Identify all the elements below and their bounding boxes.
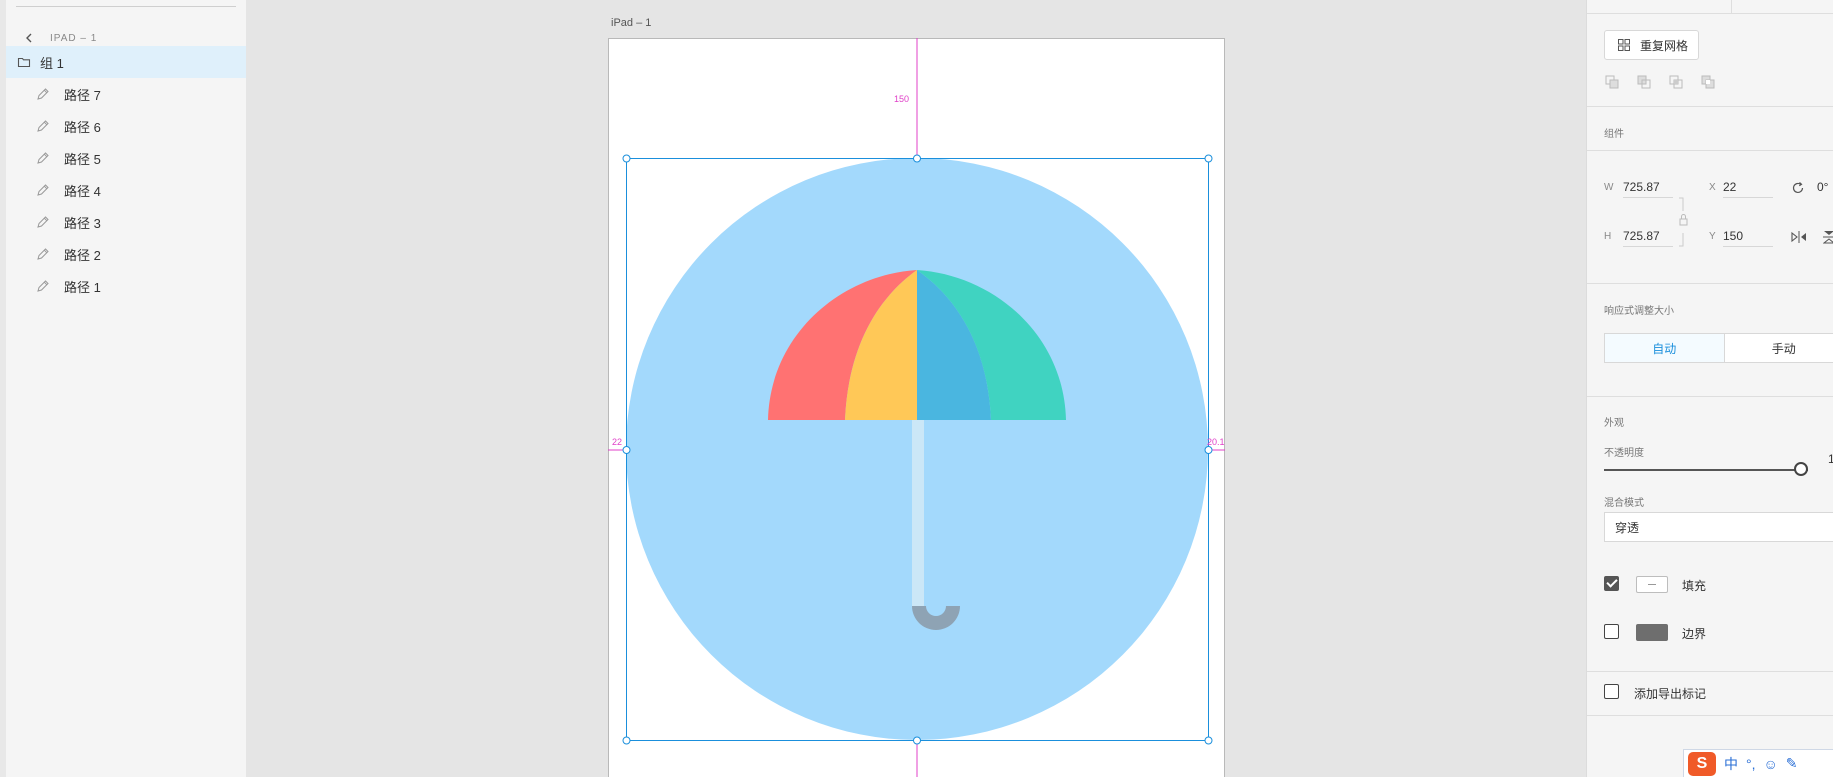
responsive-resize-toggle: 自动 手动 — [1604, 333, 1833, 363]
boolean-exclude-icon[interactable] — [1700, 74, 1716, 90]
properties-panel: 重复网格 组件 W 725.87 X 22 0° H 725.87 Y 150 … — [1586, 0, 1833, 777]
ime-toolbar: S 中 °, ☺ ✎ — [1683, 749, 1833, 777]
resize-handle[interactable] — [622, 736, 631, 745]
height-input[interactable]: 725.87 — [1623, 228, 1673, 247]
resize-handle[interactable] — [913, 154, 921, 163]
fill-checkbox[interactable] — [1604, 576, 1619, 591]
blend-mode-select[interactable]: 穿透 — [1604, 512, 1833, 542]
layer-label: 路径 2 — [64, 247, 101, 263]
opacity-label: 不透明度 — [1604, 448, 1644, 459]
repeat-grid-label: 重复网格 — [1640, 38, 1689, 53]
divider — [1587, 283, 1833, 284]
layer-item[interactable]: 路径 3 — [6, 206, 246, 238]
ime-emoji-icon[interactable]: ☺ — [1764, 756, 1778, 772]
border-swatch[interactable] — [1636, 624, 1668, 641]
x-input[interactable]: 22 — [1723, 179, 1773, 198]
pen-icon — [37, 88, 49, 100]
guide-label-top: 150 — [894, 94, 910, 104]
divider — [1731, 0, 1732, 13]
guide-label-right: 20.1 — [1207, 437, 1225, 447]
folder-icon — [17, 57, 31, 68]
artboard-label[interactable]: iPad – 1 — [611, 17, 651, 29]
chevron-left-icon[interactable] — [22, 31, 36, 45]
ime-chinese-toggle[interactable]: 中 — [1724, 754, 1738, 774]
breadcrumb[interactable]: IPAD – 1 — [22, 30, 97, 46]
pen-icon — [37, 216, 49, 228]
blend-mode-label: 混合模式 — [1604, 498, 1644, 509]
opacity-slider-knob[interactable] — [1794, 462, 1808, 476]
pen-icon — [37, 184, 49, 196]
divider — [1587, 13, 1833, 14]
opacity-slider-track[interactable] — [1604, 469, 1808, 471]
rotate-icon — [1792, 182, 1804, 194]
boolean-subtract-icon[interactable] — [1636, 74, 1652, 90]
opacity-value[interactable]: 1 — [1828, 452, 1833, 466]
grid-icon — [1618, 39, 1630, 51]
border-label: 边界 — [1682, 627, 1707, 641]
layers-panel: IPAD – 1 组 1 路径 7 路径 6 路径 5 路径 4 路径 3 路径… — [0, 0, 246, 777]
layer-label: 组 1 — [40, 55, 64, 71]
boolean-intersect-icon[interactable] — [1668, 74, 1684, 90]
layer-item[interactable]: 路径 7 — [6, 78, 246, 110]
divider — [1587, 106, 1833, 107]
y-label: Y — [1709, 231, 1716, 242]
pen-icon — [37, 120, 49, 132]
divider — [1587, 715, 1833, 716]
layer-label: 路径 3 — [64, 215, 101, 231]
ime-punctuation-toggle[interactable]: °, — [1746, 756, 1756, 772]
resize-handle[interactable] — [622, 446, 631, 454]
export-mark-checkbox[interactable] — [1604, 684, 1619, 699]
pen-icon — [37, 280, 49, 292]
fill-label: 填充 — [1682, 579, 1707, 593]
umbrella-shaft[interactable] — [912, 420, 924, 608]
divider — [1587, 671, 1833, 672]
layer-item[interactable]: 路径 4 — [6, 174, 246, 206]
layer-item[interactable]: 路径 1 — [6, 270, 246, 302]
resize-handle[interactable] — [1204, 736, 1213, 745]
blend-mode-value: 穿透 — [1615, 520, 1640, 535]
minus-icon — [1648, 584, 1656, 585]
fill-swatch[interactable] — [1636, 576, 1668, 593]
pen-icon — [37, 152, 49, 164]
layer-label: 路径 4 — [64, 183, 101, 199]
layer-label: 路径 1 — [64, 279, 101, 295]
resize-handle[interactable] — [1204, 154, 1213, 163]
resize-handle[interactable] — [913, 736, 921, 745]
resize-handle[interactable] — [622, 154, 631, 163]
pen-icon — [37, 248, 49, 260]
layer-item[interactable]: 路径 6 — [6, 110, 246, 142]
divider — [1587, 396, 1833, 397]
ime-logo-icon[interactable]: S — [1688, 751, 1716, 776]
height-label: H — [1604, 231, 1612, 242]
layer-label: 路径 6 — [64, 119, 101, 135]
divider — [1587, 150, 1833, 151]
layer-item[interactable]: 路径 5 — [6, 142, 246, 174]
width-label: W — [1604, 182, 1614, 193]
resize-handle[interactable] — [1204, 446, 1213, 454]
repeat-grid-button[interactable]: 重复网格 — [1604, 30, 1699, 60]
breadcrumb-label: IPAD – 1 — [50, 32, 98, 44]
ime-handwrite-icon[interactable]: ✎ — [1786, 755, 1798, 772]
flip-horizontal-icon[interactable] — [1791, 230, 1807, 244]
lock-aspect-icon[interactable] — [1677, 197, 1691, 247]
responsive-auto-option[interactable]: 自动 — [1605, 334, 1725, 362]
layer-group-1[interactable]: 组 1 — [6, 46, 246, 78]
divider — [16, 6, 236, 7]
guide-label-left: 22 — [612, 437, 623, 447]
export-mark-label: 添加导出标记 — [1634, 687, 1707, 701]
component-title: 组件 — [1604, 129, 1624, 140]
layer-label: 路径 5 — [64, 151, 101, 167]
rotation-input[interactable]: 0° — [1817, 179, 1833, 198]
responsive-manual-option[interactable]: 手动 — [1725, 334, 1833, 362]
y-input[interactable]: 150 — [1723, 228, 1773, 247]
border-checkbox[interactable] — [1604, 624, 1619, 639]
layer-label: 路径 7 — [64, 87, 101, 103]
layer-item[interactable]: 路径 2 — [6, 238, 246, 270]
flip-vertical-icon[interactable] — [1823, 230, 1833, 244]
width-input[interactable]: 725.87 — [1623, 179, 1673, 198]
x-label: X — [1709, 182, 1716, 193]
responsive-title: 响应式调整大小 — [1604, 306, 1674, 317]
boolean-add-icon[interactable] — [1604, 74, 1620, 90]
appearance-title: 外观 — [1604, 418, 1624, 429]
